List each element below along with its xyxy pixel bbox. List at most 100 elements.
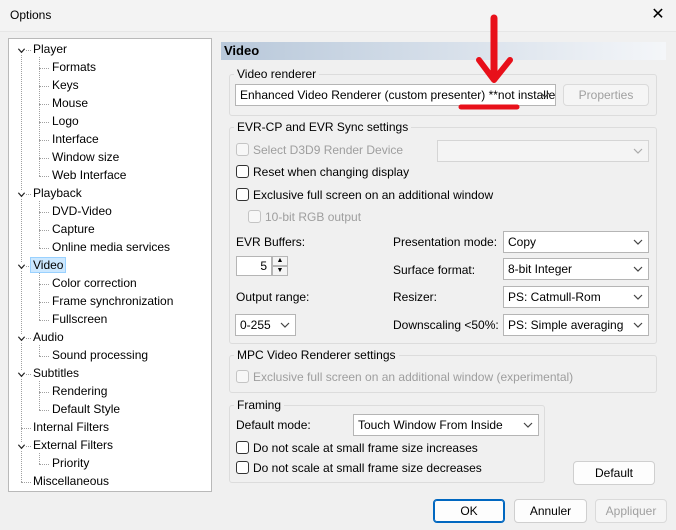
- framing-group-label: Framing: [234, 398, 285, 412]
- d3d9-device-select[interactable]: [437, 140, 649, 162]
- chevron-down-icon: [633, 266, 643, 272]
- tree-item-player[interactable]: Player: [31, 41, 69, 58]
- no-scale-decrease-checkbox[interactable]: Do not scale at small frame size decreas…: [236, 461, 482, 477]
- tree-item-keys[interactable]: Keys: [50, 77, 81, 94]
- window-title: Options: [10, 8, 52, 22]
- tree-item-external-filters[interactable]: External Filters: [31, 437, 115, 454]
- tree-item-sound-processing[interactable]: Sound processing: [50, 347, 150, 364]
- tree-connector: [39, 176, 49, 177]
- tree-item-formats[interactable]: Formats: [50, 59, 98, 76]
- exclusive-fullscreen-checkbox[interactable]: Exclusive full screen on an additional w…: [236, 188, 493, 204]
- tree-connector: [39, 345, 40, 356]
- tree-item-label: Web Interface: [52, 168, 127, 182]
- tree-item-web-interface[interactable]: Web Interface: [50, 167, 128, 184]
- title-bar: Options ✕: [0, 0, 676, 32]
- tree-item-dvd-video[interactable]: DVD-Video: [50, 203, 114, 220]
- tree-item-label: Keys: [52, 78, 79, 92]
- default-mode-select[interactable]: Touch Window From Inside: [353, 414, 539, 436]
- tree-item-default-style[interactable]: Default Style: [50, 401, 122, 418]
- tree-connector: [39, 248, 49, 249]
- evr-buffers-label: EVR Buffers:: [236, 235, 306, 249]
- chevron-down-icon[interactable]: [17, 334, 26, 343]
- chevron-down-icon[interactable]: [17, 190, 26, 199]
- reset-on-display-change-checkbox[interactable]: Reset when changing display: [236, 165, 409, 181]
- tree-connector: [39, 86, 49, 87]
- options-tree[interactable]: Player Formats Keys Mouse Logo Interface Windo…: [8, 38, 212, 492]
- tree-item-label: Video: [29, 257, 67, 273]
- tree-item-subtitles[interactable]: Subtitles: [31, 365, 81, 382]
- presentation-mode-select[interactable]: Copy: [503, 231, 649, 253]
- resizer-select[interactable]: PS: Catmull-Rom: [503, 286, 649, 308]
- output-range-label: Output range:: [236, 290, 310, 304]
- chevron-down-icon[interactable]: [17, 262, 26, 271]
- tree-item-label: Player: [33, 42, 68, 56]
- evr-buffers-stepper[interactable]: ▲ ▼: [272, 256, 288, 276]
- chevron-down-icon: [540, 92, 550, 98]
- tree-connector: [39, 356, 49, 357]
- rgb-10bit-checkbox[interactable]: 10-bit RGB output: [248, 210, 361, 226]
- tree-item-color-correction[interactable]: Color correction: [50, 275, 139, 292]
- output-range-select[interactable]: 0-255: [235, 314, 296, 336]
- page-title: Video: [224, 43, 260, 58]
- tree-connector: [39, 68, 49, 69]
- tree-item-mouse[interactable]: Mouse: [50, 95, 90, 112]
- chevron-down-icon: [633, 239, 643, 245]
- tree-item-capture[interactable]: Capture: [50, 221, 97, 238]
- page-title-bar: Video: [221, 42, 666, 60]
- default-button[interactable]: Default: [573, 461, 655, 485]
- tree-item-rendering[interactable]: Rendering: [50, 383, 109, 400]
- surface-format-label: Surface format:: [393, 263, 476, 277]
- tree-connector: [39, 453, 40, 464]
- chevron-down-icon: [280, 322, 290, 328]
- no-scale-increase-checkbox[interactable]: Do not scale at small frame size increas…: [236, 441, 478, 457]
- tree-item-fullscreen[interactable]: Fullscreen: [50, 311, 109, 328]
- tree-item-label: Color correction: [52, 276, 137, 290]
- apply-button[interactable]: Appliquer: [595, 499, 667, 523]
- tree-connector: [39, 158, 49, 159]
- tree-item-video[interactable]: Video: [29, 257, 67, 274]
- properties-button[interactable]: Properties: [563, 84, 649, 106]
- downscaling-label: Downscaling <50%:: [393, 318, 499, 332]
- ok-button[interactable]: OK: [433, 499, 505, 523]
- tree-item-label: Playback: [33, 186, 82, 200]
- tree-item-label: Miscellaneous: [33, 474, 110, 488]
- chevron-down-icon[interactable]: [17, 370, 26, 379]
- tree-connector: [39, 392, 49, 393]
- tree-item-frame-synchronization[interactable]: Frame synchronization: [50, 293, 175, 310]
- tree-item-playback[interactable]: Playback: [31, 185, 84, 202]
- tree-connector: [39, 464, 49, 465]
- chevron-down-icon[interactable]: [17, 46, 26, 55]
- tree-item-internal-filters[interactable]: Internal Filters: [31, 419, 111, 436]
- tree-item-label: Internal Filters: [33, 420, 110, 434]
- tree-item-online-media-services[interactable]: Online media services: [50, 239, 172, 256]
- tree-item-label: Audio: [33, 330, 64, 344]
- cancel-button[interactable]: Annuler: [514, 499, 587, 523]
- mpc-vr-exclusive-fullscreen-checkbox[interactable]: Exclusive full screen on an additional w…: [236, 370, 573, 386]
- downscaling-select[interactable]: PS: Simple averaging: [503, 314, 649, 336]
- tree-item-interface[interactable]: Interface: [50, 131, 101, 148]
- tree-item-window-size[interactable]: Window size: [50, 149, 121, 166]
- tree-item-logo[interactable]: Logo: [50, 113, 81, 130]
- tree-item-label: Logo: [52, 114, 79, 128]
- tree-item-priority[interactable]: Priority: [50, 455, 91, 472]
- tree-connector: [39, 273, 40, 320]
- default-mode-label: Default mode:: [236, 418, 311, 432]
- tree-item-label: Frame synchronization: [52, 294, 174, 308]
- select-d3d9-checkbox[interactable]: Select D3D9 Render Device: [236, 143, 403, 159]
- tree-item-miscellaneous[interactable]: Miscellaneous: [31, 473, 111, 490]
- evr-settings-group-label: EVR-CP and EVR Sync settings: [234, 120, 412, 134]
- tree-connector: [39, 230, 49, 231]
- tree-item-label: Priority: [52, 456, 90, 470]
- close-icon[interactable]: ✕: [650, 6, 666, 24]
- tree-connector: [39, 381, 40, 410]
- stepper-up-icon[interactable]: ▲: [272, 256, 288, 266]
- chevron-down-icon: [523, 422, 533, 428]
- chevron-down-icon[interactable]: [17, 442, 26, 451]
- tree-item-audio[interactable]: Audio: [31, 329, 66, 346]
- evr-buffers-input[interactable]: 5: [236, 256, 272, 276]
- surface-format-select[interactable]: 8-bit Integer: [503, 258, 649, 280]
- stepper-down-icon[interactable]: ▼: [272, 266, 288, 276]
- tree-item-label: Fullscreen: [52, 312, 108, 326]
- tree-connector: [39, 140, 49, 141]
- tree-item-label: Formats: [52, 60, 97, 74]
